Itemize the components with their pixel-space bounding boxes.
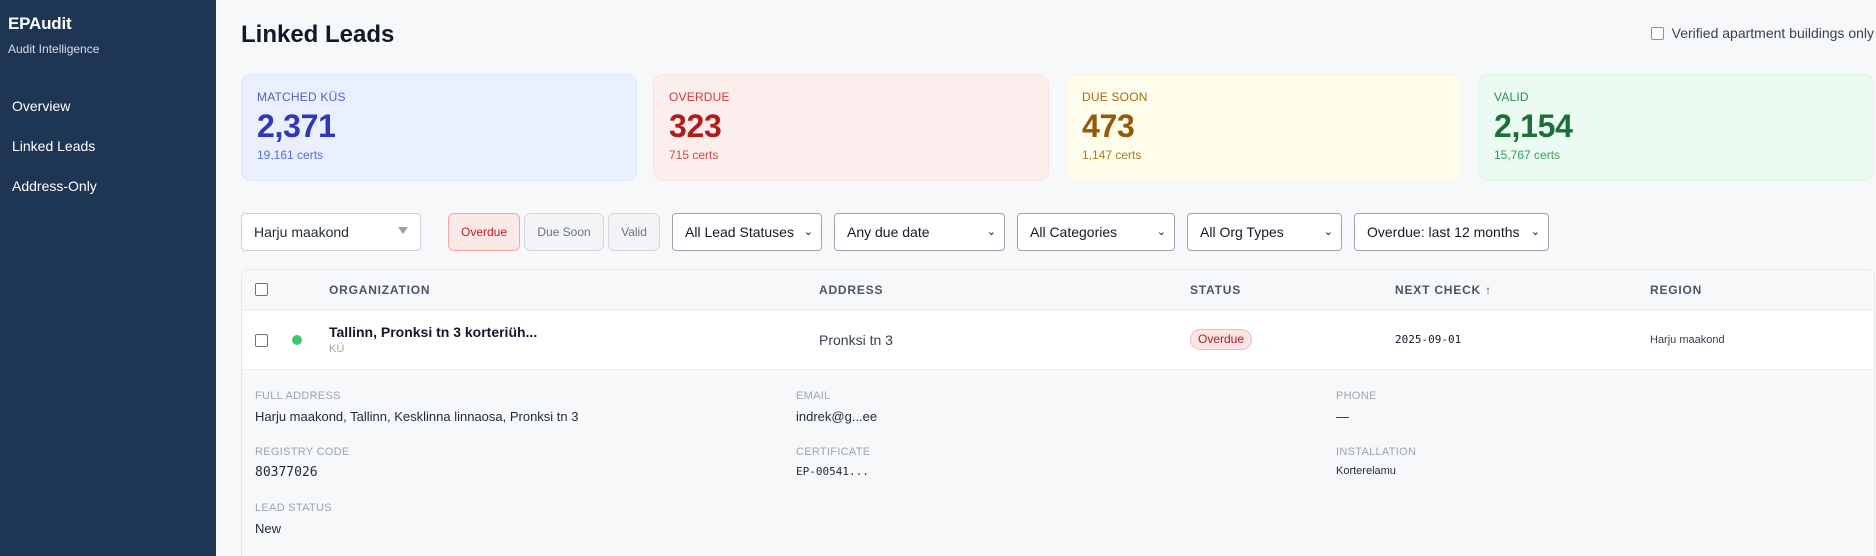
verified-only-label: Verified apartment buildings only [1671,25,1874,41]
certificate-value: EP-00541... [796,465,869,478]
stat-card-matched: MATCHED KÜS 2,371 19,161 certs [241,74,637,181]
org-type: KÜ [329,343,345,355]
stat-sub: 15,767 certs [1494,148,1561,162]
stat-label: VALID [1494,90,1529,104]
toggle-valid[interactable]: Valid [608,213,660,251]
stat-value: 473 [1082,108,1135,144]
verified-only-toggle[interactable]: Verified apartment buildings only [1650,25,1874,41]
stat-sub: 1,147 certs [1082,148,1142,162]
due-date-select-value: Any due date [847,224,930,240]
column-status[interactable]: STATUS [1190,283,1241,297]
full-address-value: Harju maakond, Tallinn, Kesklinna linnao… [255,409,579,424]
chevron-down-icon: ⌄ [1530,226,1540,238]
full-address-label: FULL ADDRESS [255,390,341,402]
region-cell: Harju maakond [1650,334,1725,346]
stat-label: OVERDUE [669,90,730,104]
category-select-value: All Categories [1030,224,1118,240]
chevron-down-icon: ⌄ [1156,226,1166,238]
sidebar-item-overview[interactable]: Overview [0,86,216,126]
region-select[interactable]: Harju maakond [241,213,421,251]
email-value[interactable]: indrek@g...ee [796,409,877,424]
region-select-value: Harju maakond [254,224,349,240]
status-dot-icon [292,335,302,345]
next-check-cell: 2025-09-01 [1395,333,1462,346]
sidebar: EPAudit Audit Intelligence Overview Link… [0,0,216,556]
app-subtitle: Audit Intelligence [8,42,100,56]
stat-card-due-soon: DUE SOON 473 1,147 certs [1066,74,1462,181]
stat-sub: 19,161 certs [257,148,324,162]
main-content: Linked Leads Verified apartment building… [216,0,1876,556]
lead-status-value[interactable]: New [255,521,281,536]
stat-value: 2,371 [257,108,336,144]
caret-down-icon [398,227,408,234]
category-select[interactable]: All Categories ⌄ [1017,213,1175,251]
installation-label: INSTALLATION [1336,446,1417,458]
lead-status-select-value: All Lead Statuses [685,224,794,240]
sidebar-item-linked-leads[interactable]: Linked Leads [0,126,216,166]
filter-bar: Harju maakond Overdue Due Soon Valid All… [241,213,1876,253]
table-row[interactable]: Tallinn, Pronksi tn 3 korteriüh... KÜ Pr… [242,310,1874,369]
verified-only-checkbox[interactable] [1650,26,1664,40]
brand: EPAudit Audit Intelligence [0,0,216,56]
org-type-select[interactable]: All Org Types ⌄ [1187,213,1342,251]
column-organization[interactable]: ORGANIZATION [329,283,430,297]
address-cell: Pronksi tn 3 [819,332,893,348]
toggle-due-soon[interactable]: Due Soon [524,213,604,251]
sidebar-item-address-only[interactable]: Address-Only [0,166,216,206]
due-date-select[interactable]: Any due date ⌄ [834,213,1005,251]
org-name[interactable]: Tallinn, Pronksi tn 3 korteriüh... [329,324,537,340]
stat-value: 2,154 [1494,108,1573,144]
sidebar-nav: Overview Linked Leads Address-Only [0,86,216,206]
chevron-down-icon: ⌄ [1323,226,1333,238]
lead-status-select[interactable]: All Lead Statuses ⌄ [672,213,822,251]
org-type-select-value: All Org Types [1200,224,1284,240]
phone-value: — [1336,409,1349,424]
stat-card-overdue: OVERDUE 323 715 certs [653,74,1049,181]
stat-label: DUE SOON [1082,90,1148,104]
chevron-down-icon: ⌄ [803,226,813,238]
row-checkbox[interactable] [255,334,268,347]
stat-value: 323 [669,108,722,144]
column-next-check[interactable]: NEXT CHECK ↑ [1395,283,1492,297]
email-label: EMAIL [796,390,831,402]
stat-card-valid: VALID 2,154 15,767 certs [1478,74,1874,181]
table-header: ORGANIZATION ADDRESS STATUS NEXT CHECK ↑… [242,270,1874,310]
row-details: FULL ADDRESS Harju maakond, Tallinn, Kes… [242,369,1874,556]
column-address[interactable]: ADDRESS [819,283,883,297]
certificate-label: CERTIFICATE [796,446,871,458]
leads-table: ORGANIZATION ADDRESS STATUS NEXT CHECK ↑… [241,269,1875,556]
overdue-window-select[interactable]: Overdue: last 12 months ⌄ [1354,213,1549,251]
registry-code-label: REGISTRY CODE [255,446,350,458]
status-badge: Overdue [1190,329,1253,350]
column-region[interactable]: REGION [1650,283,1702,297]
page-title: Linked Leads [241,21,395,48]
phone-label: PHONE [1336,390,1377,402]
registry-code-value: 80377026 [255,465,318,480]
chevron-down-icon: ⌄ [986,226,996,238]
toggle-overdue[interactable]: Overdue [448,213,520,251]
select-all-checkbox[interactable] [255,283,268,296]
lead-status-label: LEAD STATUS [255,502,332,514]
app-title: EPAudit [8,14,72,33]
overdue-window-select-value: Overdue: last 12 months [1367,224,1520,240]
stat-label: MATCHED KÜS [257,90,346,104]
stats-cards: MATCHED KÜS 2,371 19,161 certs OVERDUE 3… [241,74,1875,181]
installation-value: Korterelamu [1336,465,1396,477]
stat-sub: 715 certs [669,148,719,162]
